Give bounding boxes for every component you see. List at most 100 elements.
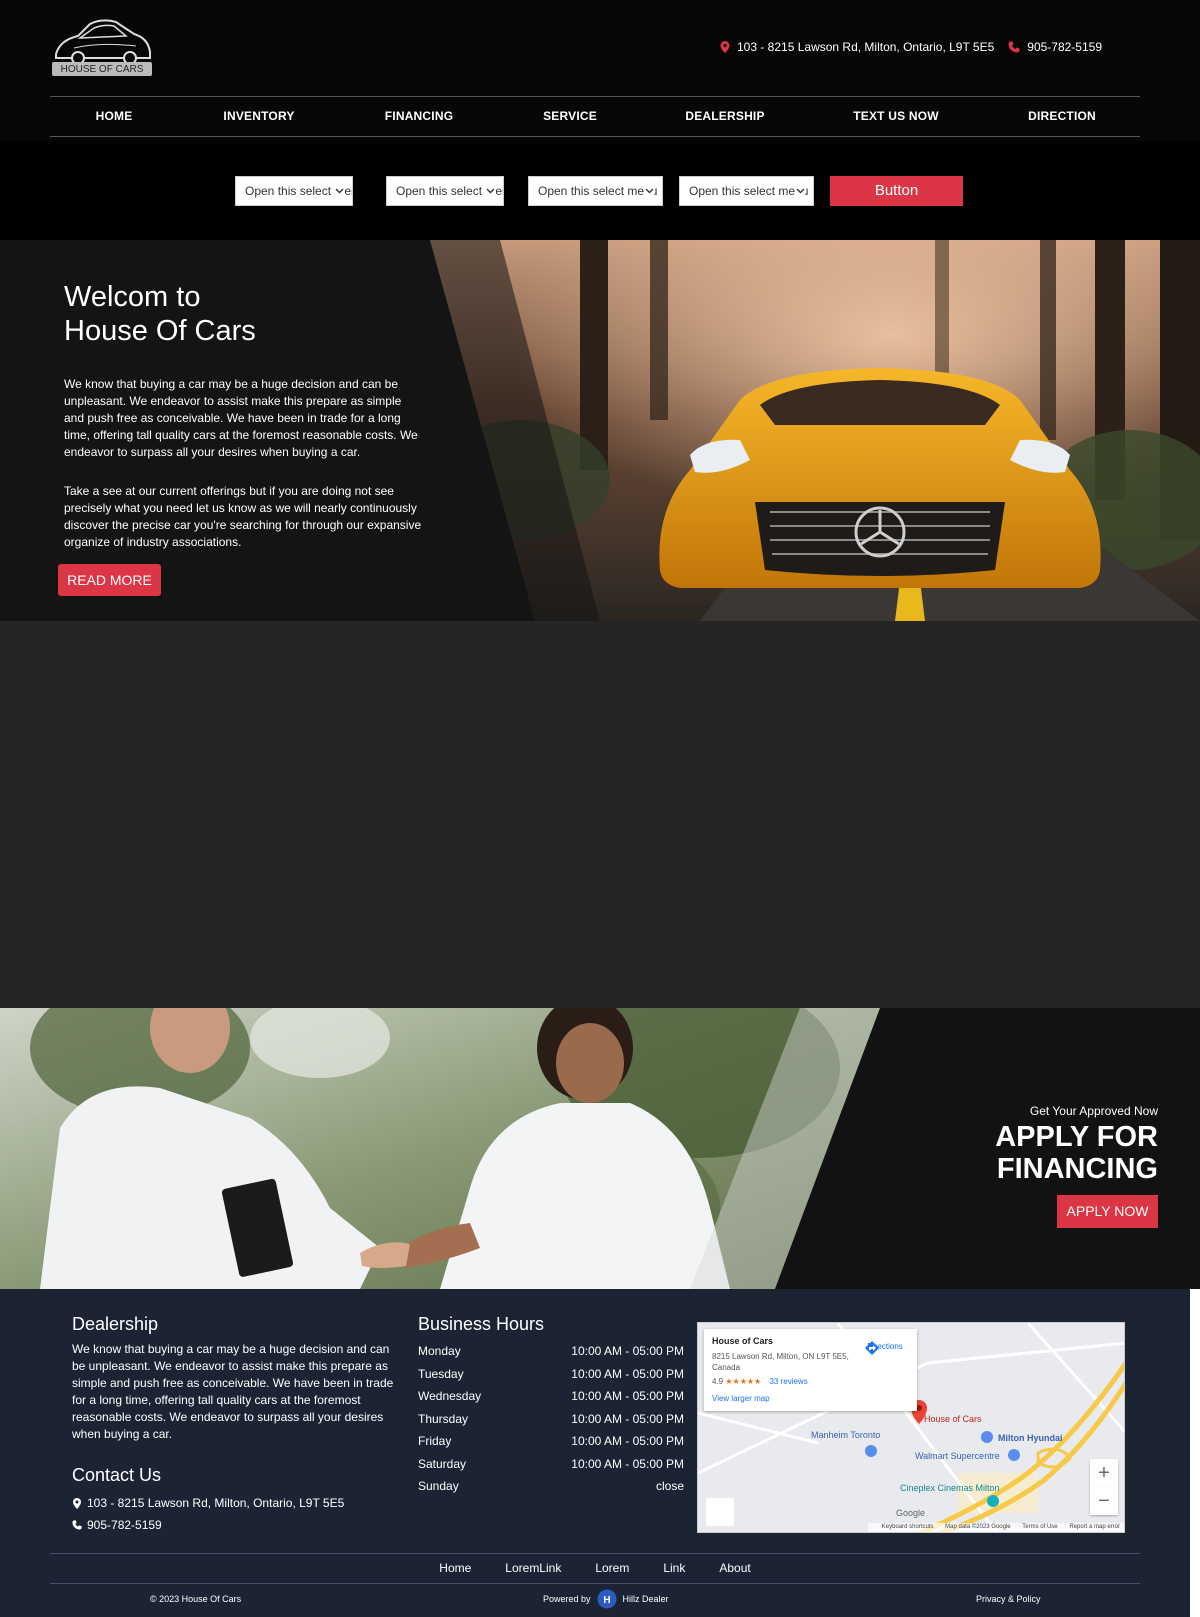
header-address[interactable]: 103 - 8215 Lawson Rd, Milton, Ontario, L… <box>720 40 994 54</box>
footer-link-lorem[interactable]: Lorem <box>578 1554 646 1583</box>
search-select-4-value: Open this select menu <box>689 184 809 198</box>
map-rating-value: 4.9 <box>712 1377 724 1386</box>
dealership-text: We know that buying a car may be a huge … <box>72 1342 394 1441</box>
chevron-down-icon <box>795 177 805 205</box>
privacy-policy-link[interactable]: Privacy & Policy <box>976 1594 1041 1604</box>
map-data-credit: Map data ©2023 Google <box>945 1524 1011 1530</box>
hours-row: Thursday 10:00 AM - 05:00 PM <box>418 1412 684 1435</box>
nav-financing[interactable]: FINANCING <box>385 97 453 136</box>
footer-phone-text: 905-782-5159 <box>87 1518 162 1532</box>
nav-service[interactable]: SERVICE <box>543 97 597 136</box>
nav-dealership[interactable]: DEALERSHIP <box>685 97 764 136</box>
page: HOUSE OF CARS 103 - 8215 Lawson Rd, Milt… <box>0 0 1200 1617</box>
nav-text-us-now[interactable]: TEXT US NOW <box>853 97 939 136</box>
powered-by[interactable]: Powered by H Hillz Dealer <box>543 1589 669 1609</box>
svg-text:H: H <box>603 1595 610 1606</box>
business-hours-heading: Business Hours <box>418 1314 545 1334</box>
financing-kicker: Get Your Approved Now <box>1029 1104 1158 1118</box>
map-shortcuts-link[interactable]: Keyboard shortcuts <box>882 1524 934 1530</box>
map-terms-link[interactable]: Terms of Use <box>1022 1524 1057 1530</box>
header-phone[interactable]: 905-782-5159 <box>1008 40 1102 54</box>
map-place-card: House of Cars 8215 Lawson Rd, Milton, ON… <box>704 1329 917 1411</box>
map-directions[interactable]: Directions <box>865 1341 905 1355</box>
hours-time: 10:00 AM - 05:00 PM <box>571 1456 684 1471</box>
location-pin-icon <box>73 1497 81 1509</box>
powered-by-label: Powered by <box>543 1594 591 1604</box>
chevron-down-icon <box>485 177 495 205</box>
star-rating-icon: ★★★★★ <box>725 1377 762 1386</box>
hours-time: 10:00 AM - 05:00 PM <box>571 1366 684 1381</box>
hours-time: 10:00 AM - 05:00 PM <box>571 1344 684 1358</box>
hours-row: Saturday 10:00 AM - 05:00 PM <box>418 1457 684 1480</box>
hours-day: Tuesday <box>418 1366 464 1381</box>
main-nav: HOME INVENTORY FINANCING SERVICE DEALERS… <box>50 96 1140 137</box>
nav-home[interactable]: HOME <box>96 97 133 136</box>
powered-by-brand: Hillz Dealer <box>622 1594 669 1604</box>
hours-day: Wednesday <box>418 1389 482 1403</box>
location-pin-icon <box>720 41 730 53</box>
site-header: HOUSE OF CARS 103 - 8215 Lawson Rd, Milt… <box>0 0 1200 141</box>
hillz-logo-icon: H <box>597 1589 617 1609</box>
hours-day: Sunday <box>418 1479 459 1493</box>
search-select-1[interactable]: Open this select menu <box>235 176 353 206</box>
hours-day: Monday <box>418 1344 461 1358</box>
footer-address[interactable]: 103 - 8215 Lawson Rd, Milton, Ontario, L… <box>72 1496 344 1510</box>
hours-day: Thursday <box>418 1411 469 1426</box>
hours-row: Monday 10:00 AM - 05:00 PM <box>418 1344 684 1367</box>
directions-icon <box>865 1341 879 1355</box>
footer-nav: Home LoremLink Lorem Link About <box>50 1553 1140 1584</box>
hero-title: Welcom to House Of Cars <box>64 281 256 347</box>
search-select-3[interactable]: Open this select menu <box>528 176 663 206</box>
search-select-4[interactable]: Open this select menu <box>679 176 814 206</box>
map-zoom-in-button[interactable]: + <box>1090 1459 1118 1487</box>
hours-time: 10:00 AM - 05:00 PM <box>571 1411 684 1426</box>
hours-row: Tuesday 10:00 AM - 05:00 PM <box>418 1367 684 1390</box>
map-label-hyundai: Milton Hyundai <box>998 1433 1063 1443</box>
hero-paragraph-2: Take a see at our current offerings but … <box>64 484 422 549</box>
contact-heading: Contact Us <box>72 1465 162 1485</box>
phone-icon <box>1008 41 1020 53</box>
apply-now-button[interactable]: APPLY NOW <box>1057 1195 1158 1228</box>
header-contact: 103 - 8215 Lawson Rd, Milton, Ontario, L… <box>720 40 1102 54</box>
footer-phone[interactable]: 905-782-5159 <box>72 1518 162 1532</box>
view-larger-map-link[interactable]: View larger map <box>712 1393 909 1404</box>
footer-link-about[interactable]: About <box>702 1554 767 1583</box>
dealership-heading: Dealership <box>72 1314 159 1334</box>
map-label-cineplex: Cineplex Cinemas Milton <box>900 1483 1000 1493</box>
header-phone-text: 905-782-5159 <box>1027 40 1102 54</box>
chevron-down-icon <box>644 177 654 205</box>
header-address-text: 103 - 8215 Lawson Rd, Milton, Ontario, L… <box>737 40 995 54</box>
hours-day: Friday <box>418 1434 452 1448</box>
map-reviews-link[interactable]: 33 reviews <box>769 1377 807 1386</box>
map-place-address: 8215 Lawson Rd, Milton, ON L9T 5E5, Cana… <box>712 1352 849 1372</box>
content-placeholder-section <box>0 621 1200 1008</box>
site-footer: Dealership We know that buying a car may… <box>0 1289 1190 1617</box>
search-select-2[interactable]: Open this select menu <box>386 176 504 206</box>
copyright: © 2023 House Of Cars <box>150 1594 242 1604</box>
read-more-button[interactable]: READ MORE <box>58 564 161 596</box>
map-rating: 4.9 ★★★★★ 33 reviews <box>712 1376 909 1387</box>
financing-title: APPLY FOR FINANCING <box>995 1121 1158 1185</box>
search-button[interactable]: Button <box>830 176 963 206</box>
footer-link-link[interactable]: Link <box>646 1554 702 1583</box>
hours-row: Wednesday 10:00 AM - 05:00 PM <box>418 1389 684 1412</box>
footer-link-loremlink[interactable]: LoremLink <box>488 1554 578 1583</box>
hours-time: 10:00 AM - 05:00 PM <box>571 1389 684 1403</box>
brand-logo[interactable]: HOUSE OF CARS <box>50 16 154 78</box>
map-label-walmart: Walmart Supercentre <box>915 1451 1000 1461</box>
phone-icon <box>72 1520 82 1530</box>
map-pin-label: House of Cars <box>924 1414 982 1424</box>
footer-link-home[interactable]: Home <box>422 1554 488 1583</box>
hours-day: Saturday <box>418 1456 467 1471</box>
hero-paragraph-1: We know that buying a car may be a huge … <box>64 377 418 459</box>
inventory-search-bar: Open this select menu Open this select m… <box>0 141 1200 240</box>
search-select-3-value: Open this select menu <box>538 184 658 198</box>
hero-section: Welcom to House Of Cars We know that buy… <box>0 240 1200 621</box>
map-zoom-out-button[interactable]: − <box>1090 1487 1118 1515</box>
google-map[interactable]: House of Cars 8215 Lawson Rd, Milton, ON… <box>697 1322 1125 1533</box>
logo-text: HOUSE OF CARS <box>60 64 144 75</box>
financing-section: Get Your Approved Now APPLY FOR FINANCIN… <box>0 1008 1200 1289</box>
nav-inventory[interactable]: INVENTORY <box>223 97 294 136</box>
map-report-link[interactable]: Report a map error <box>1069 1524 1120 1530</box>
nav-direction[interactable]: DIRECTION <box>1028 97 1096 136</box>
